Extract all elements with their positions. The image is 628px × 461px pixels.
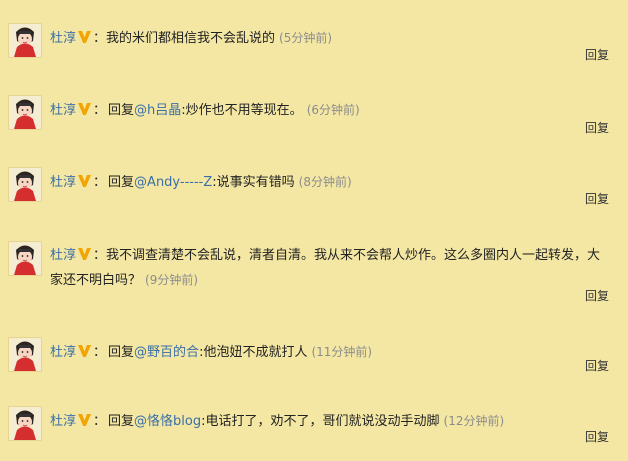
comment-time: (8分钟前) — [298, 175, 352, 189]
author-link[interactable]: 杜淳 — [50, 31, 76, 46]
avatar[interactable] — [8, 241, 42, 276]
comment-text-block: 杜淳 ：回复@恪恪blog:电话打了，劝不了，哥们就说没动手动脚 (12分钟前) — [50, 409, 610, 434]
avatar[interactable] — [8, 167, 42, 202]
reply-button[interactable]: 回复 — [585, 46, 609, 63]
reply-button[interactable]: 回复 — [585, 287, 609, 304]
author-link[interactable]: 杜淳 — [50, 103, 76, 118]
author-link[interactable]: 杜淳 — [50, 414, 76, 429]
comment-time: (5分钟前) — [279, 31, 333, 45]
vip-v-icon — [77, 247, 92, 261]
reply-button[interactable]: 回复 — [585, 190, 609, 207]
author-colon: ： — [93, 345, 107, 360]
author-link[interactable]: 杜淳 — [50, 248, 76, 263]
vip-v-icon — [77, 30, 92, 44]
author-colon: ： — [93, 414, 107, 429]
author-colon: ： — [93, 31, 107, 46]
comment-text-block: 杜淳 ：我的米们都相信我不会乱说的 (5分钟前) — [50, 26, 610, 51]
author-colon: ： — [93, 175, 107, 190]
vip-v-icon — [77, 344, 92, 358]
vip-v-icon — [77, 102, 92, 116]
reply-prefix: 回复 — [108, 103, 135, 118]
comment-text-block: 杜淳 ：我不调查清楚不会乱说，清者自清。我从来不会帮人炒作。这么多圈内人一起转发，… — [50, 244, 610, 293]
comment-text-block: 杜淳 ：回复@h吕晶:炒作也不用等现在。 (6分钟前) — [50, 98, 610, 123]
comment-text-block: 杜淳 ：回复@野百的合:他泡妞不成就打人 (11分钟前) — [50, 340, 610, 365]
vip-v-icon — [77, 174, 92, 188]
comment-time: (11分钟前) — [311, 345, 373, 359]
reply-button[interactable]: 回复 — [585, 119, 609, 136]
reply-prefix: 回复 — [108, 345, 135, 360]
reply-prefix: 回复 — [108, 414, 135, 429]
author-colon: ： — [93, 103, 107, 118]
reply-prefix: 回复 — [108, 175, 135, 190]
mention-link[interactable]: @Andy-----Z — [134, 175, 212, 190]
comment-text: :炒作也不用等现在。 — [181, 103, 303, 118]
avatar[interactable] — [8, 337, 42, 372]
author-colon: ： — [93, 248, 107, 263]
comment-text: :说事实有错吗 — [212, 175, 295, 190]
comment-text: :电话打了，劝不了，哥们就说没动手动脚 — [201, 414, 440, 429]
reply-button[interactable]: 回复 — [585, 357, 609, 374]
comment-text: 我不调查清楚不会乱说，清者自清。我从来不会帮人炒作。这么多圈内人一起转发，大家还… — [50, 248, 601, 288]
mention-link[interactable]: @h吕晶 — [134, 103, 181, 118]
author-link[interactable]: 杜淳 — [50, 345, 76, 360]
mention-link[interactable]: @恪恪blog — [134, 414, 201, 429]
comment-text-block: 杜淳 ：回复@Andy-----Z:说事实有错吗 (8分钟前) — [50, 170, 610, 195]
reply-button[interactable]: 回复 — [585, 428, 609, 445]
avatar[interactable] — [8, 406, 42, 441]
comment-thread: 杜淳 ：我的米们都相信我不会乱说的 (5分钟前) 回复 杜淳：回复@h吕晶:炒作也不… — [0, 0, 628, 461]
author-link[interactable]: 杜淳 — [50, 175, 76, 190]
vip-v-icon — [77, 413, 92, 427]
comment-time: (9分钟前) — [145, 273, 199, 287]
comment-text: 我的米们都相信我不会乱说的 — [106, 31, 276, 46]
avatar[interactable] — [8, 23, 42, 58]
comment-time: (12分钟前) — [443, 414, 505, 428]
comment-text: :他泡妞不成就打人 — [199, 345, 308, 360]
comment-time: (6分钟前) — [306, 103, 360, 117]
avatar[interactable] — [8, 95, 42, 130]
mention-link[interactable]: @野百的合 — [134, 345, 199, 360]
